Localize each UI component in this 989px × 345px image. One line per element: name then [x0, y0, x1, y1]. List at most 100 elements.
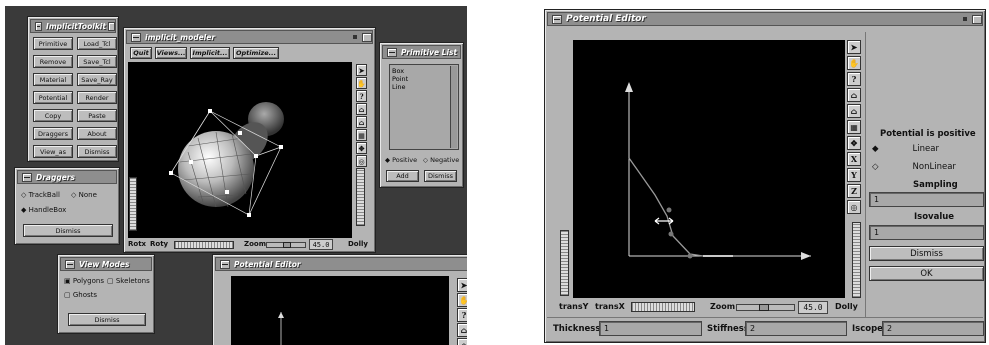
- stiffness-input[interactable]: 2: [745, 321, 847, 336]
- potential-graph-viewport[interactable]: [573, 40, 845, 298]
- nonlinear-radio[interactable]: ◇ NonLinear: [872, 162, 956, 172]
- dismiss-button[interactable]: Dismiss: [77, 145, 117, 158]
- potential-curve: [628, 157, 733, 257]
- list-item[interactable]: Box: [392, 67, 408, 75]
- control-point-drag-handle[interactable]: [654, 217, 674, 225]
- trackball-radio[interactable]: ◇ TrackBall: [21, 191, 60, 199]
- hand-icon[interactable]: ✋: [356, 77, 367, 89]
- hand-icon[interactable]: ✋: [847, 56, 861, 70]
- paste-button[interactable]: Paste: [77, 109, 117, 122]
- list-item[interactable]: Line: [392, 83, 408, 91]
- help-icon[interactable]: ?: [356, 90, 367, 102]
- primlist-dismiss-button[interactable]: Dismiss: [424, 170, 457, 182]
- home-icon[interactable]: ⌂: [356, 103, 367, 115]
- thickness-input[interactable]: 1: [599, 321, 702, 336]
- transx-wheel[interactable]: [631, 302, 695, 312]
- arrow-icon[interactable]: ➤: [457, 278, 467, 292]
- window-menu-icon[interactable]: [220, 259, 230, 269]
- window-menu-icon[interactable]: [35, 21, 43, 31]
- y-axis-button[interactable]: Y: [847, 168, 861, 182]
- zoom-slider[interactable]: [736, 304, 795, 311]
- isovalue-input[interactable]: 1: [869, 225, 984, 240]
- perspective-icon[interactable]: ◎: [356, 155, 367, 167]
- handlebox-radio[interactable]: ◆ HandleBox: [21, 206, 66, 214]
- material-button[interactable]: Material: [33, 73, 73, 86]
- views-menu[interactable]: Views...: [155, 47, 187, 59]
- dismiss-button[interactable]: Dismiss: [869, 246, 984, 261]
- z-axis-button[interactable]: Z: [847, 184, 861, 198]
- maximize-icon[interactable]: [972, 14, 982, 24]
- save-tcl-button[interactable]: Save_Tcl: [77, 55, 117, 68]
- home-icon[interactable]: ⌂: [847, 88, 861, 102]
- none-radio[interactable]: ◇ None: [71, 191, 97, 199]
- maximize-icon[interactable]: [107, 21, 115, 31]
- arrow-icon[interactable]: ➤: [847, 40, 861, 54]
- help-icon[interactable]: ?: [847, 72, 861, 86]
- help-icon[interactable]: ?: [457, 308, 467, 322]
- list-item[interactable]: Point: [392, 75, 408, 83]
- primitive-listbox[interactable]: Box Point Line: [389, 64, 459, 150]
- nonlinear-label: NonLinear: [912, 162, 956, 172]
- rotx-wheel[interactable]: [129, 177, 137, 231]
- hand-icon[interactable]: ✋: [457, 293, 467, 307]
- modeler-3d-viewport[interactable]: [128, 62, 352, 238]
- seek-icon[interactable]: ✥: [847, 136, 861, 150]
- zoom-slider-knob[interactable]: [759, 304, 769, 311]
- potential-graph-viewport-small[interactable]: [231, 276, 449, 345]
- window-title: View Modes: [79, 259, 130, 269]
- window-menu-icon[interactable]: [387, 47, 397, 57]
- ghosts-checkbox[interactable]: ▢ Ghosts: [64, 291, 97, 299]
- draggers-dismiss-button[interactable]: Dismiss: [23, 224, 113, 237]
- view-all-icon[interactable]: ▦: [847, 120, 861, 134]
- zoom-slider-knob[interactable]: [283, 242, 291, 248]
- view-as-button[interactable]: View_as: [33, 145, 73, 158]
- viewmodes-dismiss-button[interactable]: Dismiss: [68, 313, 146, 326]
- arrow-icon[interactable]: ➤: [356, 64, 367, 76]
- set-home-icon[interactable]: ⌂: [356, 116, 367, 128]
- potential-button[interactable]: Potential: [33, 91, 73, 104]
- view-all-icon[interactable]: ▦: [356, 129, 367, 141]
- optimize-menu[interactable]: Optimize...: [233, 47, 279, 59]
- skeletons-checkbox[interactable]: ▢ Skeletons: [107, 277, 150, 285]
- zoom-label: Zoom: [710, 302, 736, 311]
- dolly-wheel[interactable]: [356, 168, 365, 226]
- x-axis-button[interactable]: X: [847, 152, 861, 166]
- primitive-button[interactable]: Primitive: [33, 37, 73, 50]
- seek-icon[interactable]: ✥: [356, 142, 367, 154]
- ok-button[interactable]: OK: [869, 266, 984, 281]
- render-button[interactable]: Render: [77, 91, 117, 104]
- save-ray-button[interactable]: Save_Ray: [77, 73, 117, 86]
- transy-wheel[interactable]: [560, 230, 569, 296]
- polygons-checkbox[interactable]: ▣ Polygons: [64, 277, 104, 285]
- list-scrollbar[interactable]: [450, 66, 457, 148]
- window-menu-icon[interactable]: [22, 172, 32, 182]
- linear-radio[interactable]: ◆ Linear: [872, 144, 939, 154]
- window-menu-icon[interactable]: [131, 32, 141, 42]
- copy-button[interactable]: Copy: [33, 109, 73, 122]
- dolly-wheel[interactable]: [852, 222, 861, 298]
- set-home-icon[interactable]: ⌂: [847, 104, 861, 118]
- zoom-label: Zoom: [244, 240, 266, 248]
- negative-radio[interactable]: ◇ Negative: [423, 156, 459, 164]
- maximize-icon[interactable]: [362, 32, 372, 42]
- zoom-value[interactable]: 45.0: [309, 239, 333, 250]
- remove-button[interactable]: Remove: [33, 55, 73, 68]
- window-menu-icon[interactable]: [552, 14, 562, 24]
- roty-wheel[interactable]: [174, 241, 234, 249]
- home-icon[interactable]: ⌂: [457, 323, 467, 337]
- quit-menu[interactable]: Quit: [130, 47, 152, 59]
- sampling-input[interactable]: 1: [869, 192, 984, 207]
- draggers-button[interactable]: Draggers: [33, 127, 73, 140]
- trackball-label: TrackBall: [28, 191, 60, 199]
- load-tcl-button[interactable]: Load_Tcl: [77, 37, 117, 50]
- zoom-slider[interactable]: [266, 242, 306, 248]
- implicit-menu[interactable]: Implicit...: [190, 47, 230, 59]
- camera-icon[interactable]: ◎: [847, 200, 861, 214]
- zoom-value[interactable]: 45.0: [798, 301, 828, 314]
- add-button[interactable]: Add: [386, 170, 419, 182]
- window-menu-icon[interactable]: [65, 259, 75, 269]
- about-button[interactable]: About: [77, 127, 117, 140]
- iscope-input[interactable]: 2: [882, 321, 984, 336]
- positive-radio[interactable]: ◆ Positive: [385, 156, 417, 164]
- set-home-icon[interactable]: ⌂: [457, 338, 467, 345]
